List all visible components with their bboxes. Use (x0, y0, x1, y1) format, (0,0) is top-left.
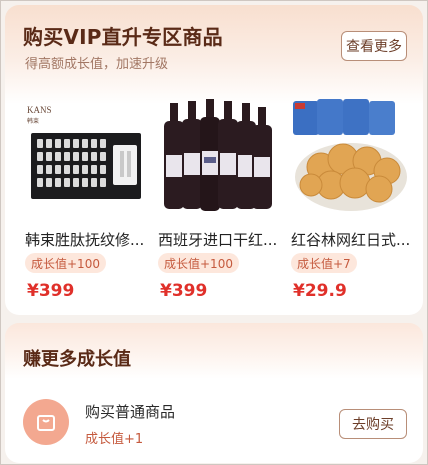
product-name[interactable]: 西班牙进口干红... (158, 229, 282, 250)
task-reward: 成长值+1 (85, 432, 144, 447)
earn-growth-section-card: 赚更多成长值 购买普通商品 成长值+1 去购买 (5, 323, 423, 463)
product-card[interactable]: KANS 韩束 韩束胜肽抚纹修... 成长值+100 ¥399 (19, 95, 152, 307)
svg-text:韩束: 韩束 (27, 117, 39, 125)
product-price: ¥399 (160, 281, 208, 301)
product-card[interactable]: 西班牙进口干红... 成长值+100 ¥399 (152, 95, 285, 307)
product-image-skincare[interactable]: KANS 韩束 (25, 97, 143, 217)
product-image-cookies[interactable] (291, 97, 409, 217)
product-name[interactable]: 红谷林网红日式... (291, 229, 415, 250)
product-price: ¥29.9 (293, 281, 347, 301)
growth-value-badge: 成长值+7 (291, 253, 357, 273)
go-buy-button[interactable]: 去购买 (339, 409, 407, 439)
vip-section-card: 购买VIP直升专区商品 得高额成长值，加速升级 查看更多 KANS 韩束 韩束胜… (5, 5, 423, 315)
shopping-bag-icon (23, 399, 69, 445)
growth-value-badge: 成长值+100 (25, 253, 106, 273)
see-more-button[interactable]: 查看更多 (341, 31, 407, 61)
growth-value-badge: 成长值+100 (158, 253, 239, 273)
product-price: ¥399 (27, 281, 75, 301)
app-frame: 购买VIP直升专区商品 得高额成长值，加速升级 查看更多 KANS 韩束 韩束胜… (0, 0, 428, 465)
product-name[interactable]: 韩束胜肽抚纹修... (25, 229, 149, 250)
vip-section-subtitle: 得高额成长值，加速升级 (25, 57, 169, 72)
svg-text:KANS: KANS (27, 105, 52, 115)
product-image-wine[interactable] (158, 97, 276, 217)
vip-section-title: 购买VIP直升专区商品 (23, 25, 223, 49)
product-list: KANS 韩束 韩束胜肽抚纹修... 成长值+100 ¥399 西班牙进口干红.… (19, 95, 419, 307)
product-card[interactable]: 红谷林网红日式... 成长值+7 ¥29.9 (285, 95, 418, 307)
task-title: 购买普通商品 (85, 403, 176, 421)
earn-section-title: 赚更多成长值 (23, 349, 131, 370)
